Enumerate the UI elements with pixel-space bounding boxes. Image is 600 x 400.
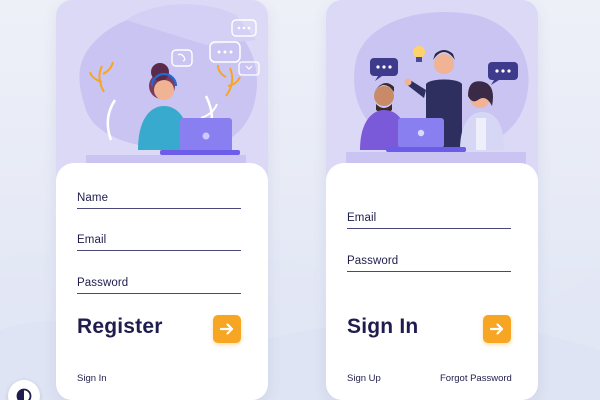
password-field-underline [347,271,511,272]
name-field-label: Name [77,192,109,204]
name-field[interactable]: Name [77,191,241,209]
signin-submit-button[interactable] [483,315,511,343]
email-field-underline [77,250,241,251]
contrast-icon [16,388,32,400]
email-field[interactable]: Email [347,211,511,229]
forgot-password-link[interactable]: Forgot Password [440,373,512,384]
signin-title: Sign In [347,315,419,338]
password-field[interactable]: Password [347,254,511,272]
support-agent-illustration [79,4,260,165]
register-card: Name Email Password Register Sign In [56,0,268,400]
password-field-label: Password [347,255,399,267]
signin-link[interactable]: Sign In [77,373,107,384]
name-field-underline [77,208,241,209]
password-field-underline [77,293,241,294]
register-form-panel: Name Email Password Register Sign In [56,163,268,400]
signup-link[interactable]: Sign Up [347,373,381,384]
password-field[interactable]: Password [77,276,241,294]
email-field-label: Email [347,212,377,224]
theme-toggle-button[interactable] [8,380,40,400]
register-title: Register [77,315,163,338]
register-submit-button[interactable] [213,315,241,343]
team-meeting-illustration [346,12,529,166]
arrow-right-icon [489,323,504,335]
arrow-right-icon [219,323,234,335]
signin-card: Email Password Sign In Sign Up Forgot Pa… [326,0,538,400]
signin-form-panel: Email Password Sign In Sign Up Forgot Pa… [326,163,538,400]
email-field[interactable]: Email [77,233,241,251]
email-field-label: Email [77,234,107,246]
password-field-label: Password [77,277,129,289]
email-field-underline [347,228,511,229]
